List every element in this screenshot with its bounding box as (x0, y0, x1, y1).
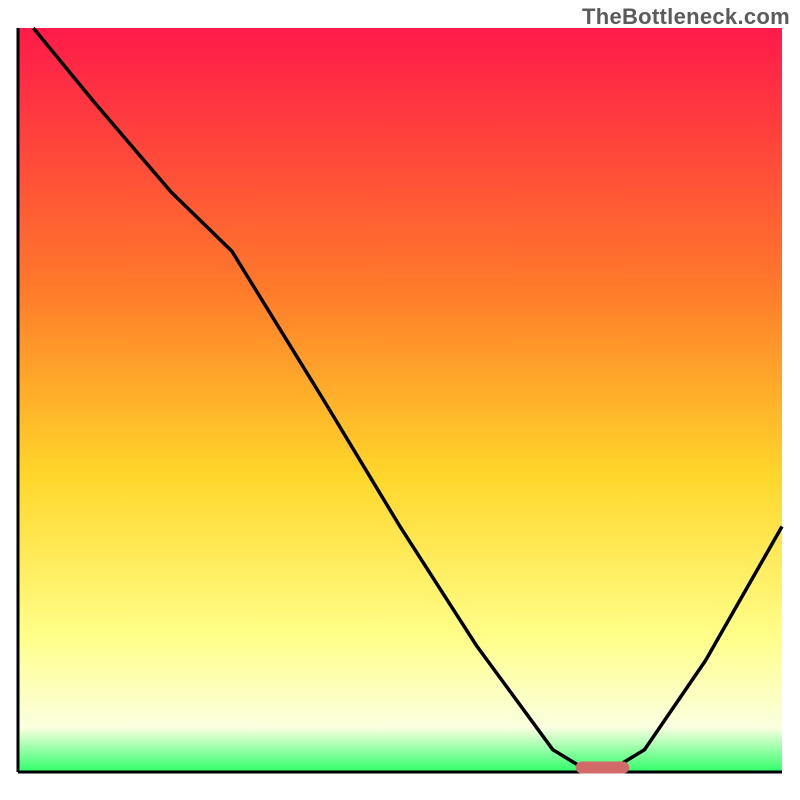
optimum-marker (576, 762, 630, 774)
chart-svg (0, 0, 800, 800)
plot-background (18, 28, 782, 772)
bottleneck-chart: TheBottleneck.com (0, 0, 800, 800)
